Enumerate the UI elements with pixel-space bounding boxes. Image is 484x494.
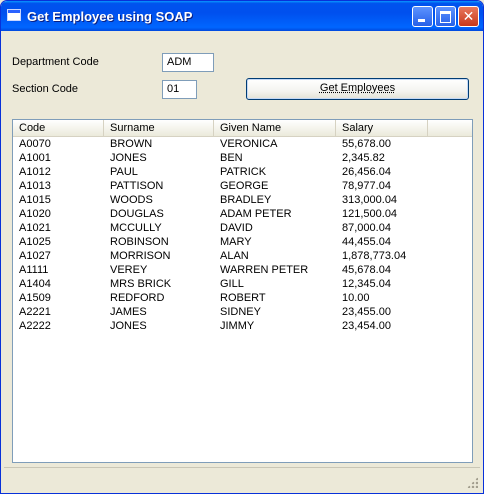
cell-salary: 87,000.04 bbox=[342, 222, 391, 234]
cell-surname: PAUL bbox=[110, 166, 138, 178]
cell-salary: 23,454.00 bbox=[342, 320, 391, 332]
cell-surname: VEREY bbox=[110, 264, 148, 276]
list-item[interactable]: A1404 MRS BRICK GILL 12,345.04 bbox=[13, 277, 472, 291]
cell-salary: 78,977.04 bbox=[342, 180, 391, 192]
list-item[interactable]: A1509 REDFORD ROBERT 10.00 bbox=[13, 291, 472, 305]
cell-surname: ROBINSON bbox=[110, 236, 169, 248]
cell-surname: BROWN bbox=[110, 138, 153, 150]
cell-surname: MCCULLY bbox=[110, 222, 162, 234]
department-code-input[interactable]: ADM bbox=[162, 53, 214, 72]
form-client-area: Department Code ADM Section Code 01 Get … bbox=[4, 31, 480, 490]
cell-surname: JONES bbox=[110, 320, 147, 332]
cell-given-name: WARREN PETER bbox=[220, 264, 309, 276]
cell-surname: MRS BRICK bbox=[110, 278, 172, 290]
section-code-input[interactable]: 01 bbox=[162, 80, 197, 99]
cell-salary: 45,678.04 bbox=[342, 264, 391, 276]
minimize-icon bbox=[418, 19, 425, 22]
cell-salary: 10.00 bbox=[342, 292, 370, 304]
title-bar[interactable]: Get Employee using SOAP ✕ bbox=[1, 1, 483, 31]
cell-given-name: MARY bbox=[220, 236, 252, 248]
cell-given-name: PATRICK bbox=[220, 166, 267, 178]
list-item[interactable]: A1025 ROBINSON MARY 44,455.04 bbox=[13, 235, 472, 249]
cell-code: A1020 bbox=[19, 208, 51, 220]
get-employees-button[interactable]: Get Employees bbox=[246, 78, 469, 100]
cell-given-name: JIMMY bbox=[220, 320, 255, 332]
cell-given-name: BRADLEY bbox=[220, 194, 272, 206]
list-item[interactable]: A1020 DOUGLAS ADAM PETER 121,500.04 bbox=[13, 207, 472, 221]
list-item[interactable]: A1013 PATTISON GEORGE 78,977.04 bbox=[13, 179, 472, 193]
column-header-code[interactable]: Code bbox=[13, 120, 104, 136]
get-employees-button-label: Get Employees bbox=[319, 82, 396, 94]
cell-salary: 12,345.04 bbox=[342, 278, 391, 290]
cell-given-name: DAVID bbox=[220, 222, 253, 234]
list-item[interactable]: A0070 BROWN VERONICA 55,678.00 bbox=[13, 137, 472, 151]
cell-code: A1013 bbox=[19, 180, 51, 192]
list-item[interactable]: A1021 MCCULLY DAVID 87,000.04 bbox=[13, 221, 472, 235]
cell-code: A2221 bbox=[19, 306, 51, 318]
cell-code: A1001 bbox=[19, 152, 51, 164]
cell-code: A1025 bbox=[19, 236, 51, 248]
close-icon: ✕ bbox=[462, 8, 475, 24]
close-button[interactable]: ✕ bbox=[458, 6, 479, 27]
column-header-given-name[interactable]: Given Name bbox=[214, 120, 336, 136]
cell-salary: 26,456.04 bbox=[342, 166, 391, 178]
cell-given-name: VERONICA bbox=[220, 138, 278, 150]
list-header: Code Surname Given Name Salary bbox=[13, 120, 472, 137]
section-code-label: Section Code bbox=[12, 83, 79, 95]
maximize-button[interactable] bbox=[435, 6, 456, 27]
cell-code: A1111 bbox=[19, 264, 49, 276]
cell-salary: 23,455.00 bbox=[342, 306, 391, 318]
window-title: Get Employee using SOAP bbox=[27, 9, 193, 24]
cell-given-name: BEN bbox=[220, 152, 243, 164]
list-item[interactable]: A1027 MORRISON ALAN 1,878,773.04 bbox=[13, 249, 472, 263]
cell-salary: 2,345.82 bbox=[342, 152, 385, 164]
cell-code: A1509 bbox=[19, 292, 51, 304]
status-bar bbox=[4, 467, 480, 490]
list-rows: A0070 BROWN VERONICA 55,678.00 A1001 JONES BEN… bbox=[13, 137, 472, 333]
cell-code: A2222 bbox=[19, 320, 51, 332]
cell-salary: 55,678.00 bbox=[342, 138, 391, 150]
list-item[interactable]: A1001 JONES BEN 2,345.82 bbox=[13, 151, 472, 165]
list-item[interactable]: A1012 PAUL PATRICK 26,456.04 bbox=[13, 165, 472, 179]
cell-code: A1021 bbox=[19, 222, 51, 234]
employee-list[interactable]: Code Surname Given Name Salary A0070 BROW… bbox=[12, 119, 473, 463]
maximize-icon bbox=[440, 11, 451, 23]
cell-surname: PATTISON bbox=[110, 180, 164, 192]
cell-code: A1027 bbox=[19, 250, 51, 262]
list-item[interactable]: A1015 WOODS BRADLEY 313,000.04 bbox=[13, 193, 472, 207]
minimize-button[interactable] bbox=[412, 6, 433, 27]
resize-grip-icon[interactable] bbox=[467, 477, 478, 488]
cell-surname: JAMES bbox=[110, 306, 147, 318]
cell-given-name: ROBERT bbox=[220, 292, 266, 304]
column-header-salary[interactable]: Salary bbox=[336, 120, 428, 136]
cell-code: A1015 bbox=[19, 194, 51, 206]
cell-surname: JONES bbox=[110, 152, 147, 164]
cell-surname: DOUGLAS bbox=[110, 208, 164, 220]
column-header-surname[interactable]: Surname bbox=[104, 120, 214, 136]
cell-given-name: ADAM PETER bbox=[220, 208, 292, 220]
cell-salary: 121,500.04 bbox=[342, 208, 398, 220]
cell-surname: WOODS bbox=[110, 194, 153, 206]
cell-surname: REDFORD bbox=[110, 292, 165, 304]
department-code-label: Department Code bbox=[12, 56, 99, 68]
cell-code: A1404 bbox=[19, 278, 51, 290]
cell-code: A1012 bbox=[19, 166, 51, 178]
cell-given-name: GEORGE bbox=[220, 180, 269, 192]
cell-code: A0070 bbox=[19, 138, 51, 150]
cell-salary: 313,000.04 bbox=[342, 194, 398, 206]
cell-salary: 1,878,773.04 bbox=[342, 250, 407, 262]
list-item[interactable]: A1111 VEREY WARREN PETER 45,678.04 bbox=[13, 263, 472, 277]
cell-given-name: GILL bbox=[220, 278, 244, 290]
list-item[interactable]: A2222 JONES JIMMY 23,454.00 bbox=[13, 319, 472, 333]
app-window-icon bbox=[7, 9, 21, 21]
app-window: Get Employee using SOAP ✕ Department Cod… bbox=[0, 0, 484, 494]
cell-surname: MORRISON bbox=[110, 250, 171, 262]
list-item[interactable]: A2221 JAMES SIDNEY 23,455.00 bbox=[13, 305, 472, 319]
cell-given-name: SIDNEY bbox=[220, 306, 261, 318]
cell-given-name: ALAN bbox=[220, 250, 249, 262]
cell-salary: 44,455.04 bbox=[342, 236, 391, 248]
